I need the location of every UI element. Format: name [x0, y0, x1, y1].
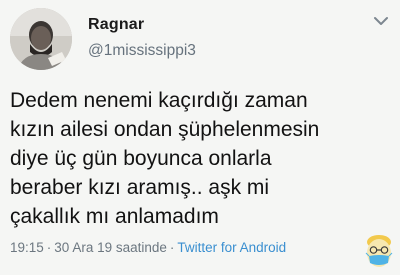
separator: · [46, 240, 52, 255]
avatar[interactable] [10, 8, 72, 70]
tweet-text-line: çakallık mı anlamadım [10, 205, 219, 228]
separator: · [169, 240, 175, 255]
tweet-date[interactable]: 30 Ara 19 saatinde [54, 240, 167, 255]
user-handle[interactable]: @1mississippi3 [88, 42, 196, 60]
tweet-text-line: Dedem nenemi kaçırdığı zaman [10, 89, 308, 112]
tweet-source-link[interactable]: Twitter for Android [177, 240, 286, 255]
chevron-down-icon[interactable] [372, 14, 390, 28]
tweet-text-line: diye üç gün boyunca onlarla [10, 147, 272, 170]
masked-face-sticker-icon [362, 233, 396, 271]
tweet-text: Dedem nenemi kaçırdığı zaman kızın ailes… [10, 86, 380, 231]
tweet-text-line: kızın ailesi ondan şüphelenmesin [10, 118, 320, 141]
tweet-text-line: beraber kızı aramış.. aşk mi [10, 176, 270, 199]
tweet-card: Ragnar @1mississippi3 Dedem nenemi kaçır… [0, 0, 400, 275]
tweet-time[interactable]: 19:15 [10, 240, 44, 255]
avatar-image [10, 8, 72, 70]
tweet-metadata: 19:15 · 30 Ara 19 saatinde · Twitter for And… [10, 240, 286, 255]
display-name[interactable]: Ragnar [88, 16, 144, 34]
